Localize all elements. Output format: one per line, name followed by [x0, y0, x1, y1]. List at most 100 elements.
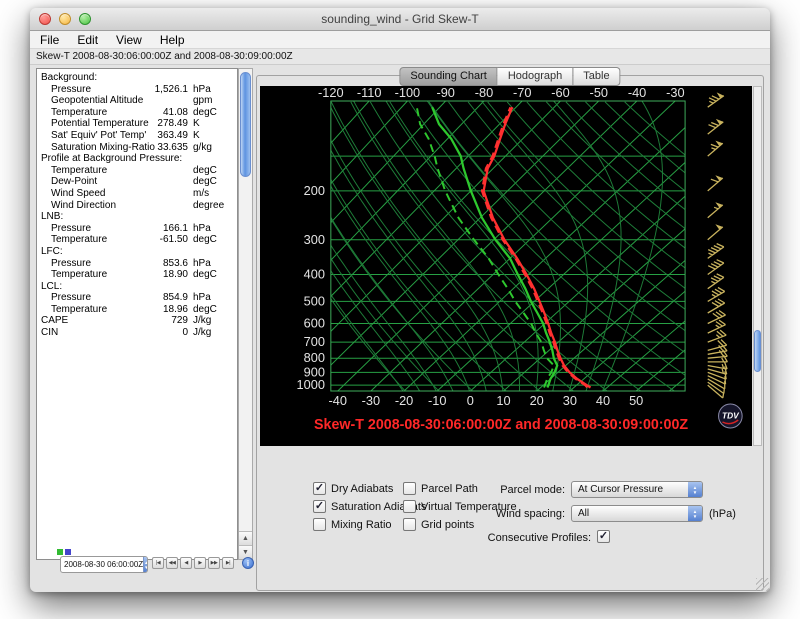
sidebar-section-header: Profile at Background Pressure: — [41, 153, 233, 165]
sidebar-row: CAPE729J/kg — [41, 315, 233, 327]
parcel-mode-select[interactable]: At Cursor Pressure ▲▼ — [571, 481, 703, 498]
checkbox-label: Grid points — [421, 519, 474, 531]
parcel-mode-value: At Cursor Pressure — [578, 482, 663, 497]
sidebar-row: Wind Directiondegree — [41, 200, 233, 212]
tdv-logo-text: TDV — [722, 410, 740, 420]
svg-text:20: 20 — [530, 393, 544, 408]
wind-spacing-label: Wind spacing: — [462, 508, 565, 520]
app-window: sounding_wind - Grid Skew-T File Edit Vi… — [30, 8, 770, 592]
dropdown-arrows-icon: ▲▼ — [688, 482, 702, 497]
chart-scrollbar-thumb[interactable] — [754, 330, 761, 372]
close-button[interactable] — [39, 13, 51, 25]
svg-text:-50: -50 — [590, 86, 608, 100]
svg-text:-30: -30 — [362, 393, 380, 408]
checkbox-virtual-temperature[interactable] — [403, 500, 416, 513]
menu-item-help[interactable]: Help — [160, 33, 185, 47]
view-tabs: Sounding Chart Hodograph Table — [399, 67, 620, 86]
checkbox-label: Dry Adiabats — [331, 483, 393, 495]
transport-rewind-button[interactable]: ◀◀ — [166, 557, 178, 569]
menu-item-edit[interactable]: Edit — [77, 33, 98, 47]
window-title: sounding_wind - Grid Skew-T — [30, 8, 770, 30]
checkbox-parcel-path[interactable] — [403, 482, 416, 495]
svg-text:0: 0 — [467, 393, 474, 408]
sounding-title-label: Skew-T 2008-08-30:06:00:00Z and 2008-08-… — [30, 49, 770, 65]
tdv-logo: TDV — [719, 404, 743, 428]
svg-text:800: 800 — [304, 350, 325, 365]
sidebar-section-header: Background: — [41, 72, 233, 84]
checkbox-dry-adiabats[interactable]: ✓ — [313, 482, 326, 495]
svg-text:-100: -100 — [395, 86, 421, 100]
sidebar-row: Temperature-61.50degC — [41, 234, 233, 246]
svg-text:-80: -80 — [475, 86, 493, 100]
sidebar-row: Pressure1,526.1hPa — [41, 84, 233, 96]
checkbox-saturation-adiabats[interactable]: ✓ — [313, 500, 326, 513]
sidebar-row: Temperature41.08degC — [41, 107, 233, 119]
svg-text:-120: -120 — [318, 86, 344, 100]
sounding-chart-panel: Sounding Chart Hodograph Table -120-110-… — [256, 75, 764, 591]
svg-text:-110: -110 — [357, 86, 382, 100]
checkbox-consecutive-profiles[interactable]: ✓ — [597, 530, 610, 543]
resize-grip[interactable] — [756, 578, 769, 591]
svg-text:-60: -60 — [551, 86, 569, 100]
sidebar-row: CIN0J/kg — [41, 327, 233, 339]
sidebar-section-header: LCL: — [41, 281, 233, 293]
wind-barbs — [708, 92, 728, 398]
svg-text:-10: -10 — [428, 393, 446, 408]
svg-text:-70: -70 — [513, 86, 531, 100]
transport-fast-forward-button[interactable]: ▶▶ — [208, 557, 220, 569]
tab-table[interactable]: Table — [573, 67, 620, 86]
scroll-up-arrow-icon[interactable]: ▲ — [239, 531, 252, 545]
checkbox-mixing-ratio[interactable] — [313, 518, 326, 531]
menu-item-file[interactable]: File — [40, 33, 59, 47]
svg-text:1000: 1000 — [297, 377, 325, 392]
legend-chip-green — [57, 549, 63, 555]
sidebar-row: Pressure853.6hPa — [41, 258, 233, 270]
minimize-button[interactable] — [59, 13, 71, 25]
svg-text:-40: -40 — [628, 86, 646, 100]
svg-text:50: 50 — [629, 393, 643, 408]
svg-text:-90: -90 — [436, 86, 454, 100]
zoom-button[interactable] — [79, 13, 91, 25]
wind-spacing-unit: (hPa) — [709, 508, 749, 520]
sidebar-row: Temperature18.96degC — [41, 304, 233, 316]
sidebar-section-header: LNB: — [41, 211, 233, 223]
chart-scrollbar[interactable] — [753, 86, 762, 446]
wind-spacing-select[interactable]: All ▲▼ — [571, 505, 703, 522]
time-selector[interactable]: 2008-08-30 06:00:00Z ▲▼ — [60, 556, 148, 573]
svg-text:-30: -30 — [666, 86, 684, 100]
skewt-chart[interactable]: -120-110-100-90-80-70-60-50-40-30-40-30-… — [260, 86, 752, 446]
svg-text:600: 600 — [304, 315, 325, 330]
chart-caption: Skew-T 2008-08-30:06:00:00Z and 2008-08-… — [314, 417, 688, 433]
checkbox-grid-points[interactable] — [403, 518, 416, 531]
sidebar-scrollbar[interactable]: ▲ ▼ — [238, 68, 253, 560]
svg-text:400: 400 — [304, 266, 325, 281]
svg-text:-20: -20 — [395, 393, 413, 408]
transport-step-back-button[interactable]: ◀ — [180, 557, 192, 569]
sidebar-row: Wind Speedm/s — [41, 188, 233, 200]
time-selector-value: 2008-08-30 06:00:00Z — [61, 560, 143, 569]
menu-item-view[interactable]: View — [116, 33, 142, 47]
svg-text:300: 300 — [304, 232, 325, 247]
loop-info-button[interactable]: i — [242, 557, 254, 569]
sidebar-row: Temperature18.90degC — [41, 269, 233, 281]
transport-skip-end-button[interactable]: ▶| — [222, 557, 234, 569]
tab-hodograph[interactable]: Hodograph — [498, 67, 573, 86]
tab-sounding-chart[interactable]: Sounding Chart — [399, 67, 497, 86]
titlebar[interactable]: sounding_wind - Grid Skew-T — [30, 8, 770, 31]
transport-step-forward-button[interactable]: ▶ — [194, 557, 206, 569]
sidebar-row: Sat' Equiv' Pot' Temp'363.49K — [41, 130, 233, 142]
sidebar-row: Saturation Mixing-Ratio33.635g/kg — [41, 142, 233, 154]
sidebar-row: Potential Temperature278.49K — [41, 118, 233, 130]
time-transport-controls: |◀◀◀◀▶▶▶▶| — [152, 557, 234, 569]
svg-text:40: 40 — [596, 393, 610, 408]
sidebar-row: Pressure854.9hPa — [41, 292, 233, 304]
svg-text:200: 200 — [304, 183, 325, 198]
sidebar-row: Geopotential Altitudegpm — [41, 95, 233, 107]
stepper-arrows-icon[interactable]: ▲▼ — [143, 557, 148, 572]
sidebar-scrollbar-thumb[interactable] — [240, 72, 251, 177]
sounding-info-panel: Background:Pressure1,526.1hPaGeopotentia… — [36, 68, 238, 560]
sidebar-section-header: LFC: — [41, 246, 233, 258]
sidebar-row: Dew-PointdegC — [41, 176, 233, 188]
consecutive-profiles-label: Consecutive Profiles: — [462, 532, 591, 544]
transport-skip-start-button[interactable]: |◀ — [152, 557, 164, 569]
